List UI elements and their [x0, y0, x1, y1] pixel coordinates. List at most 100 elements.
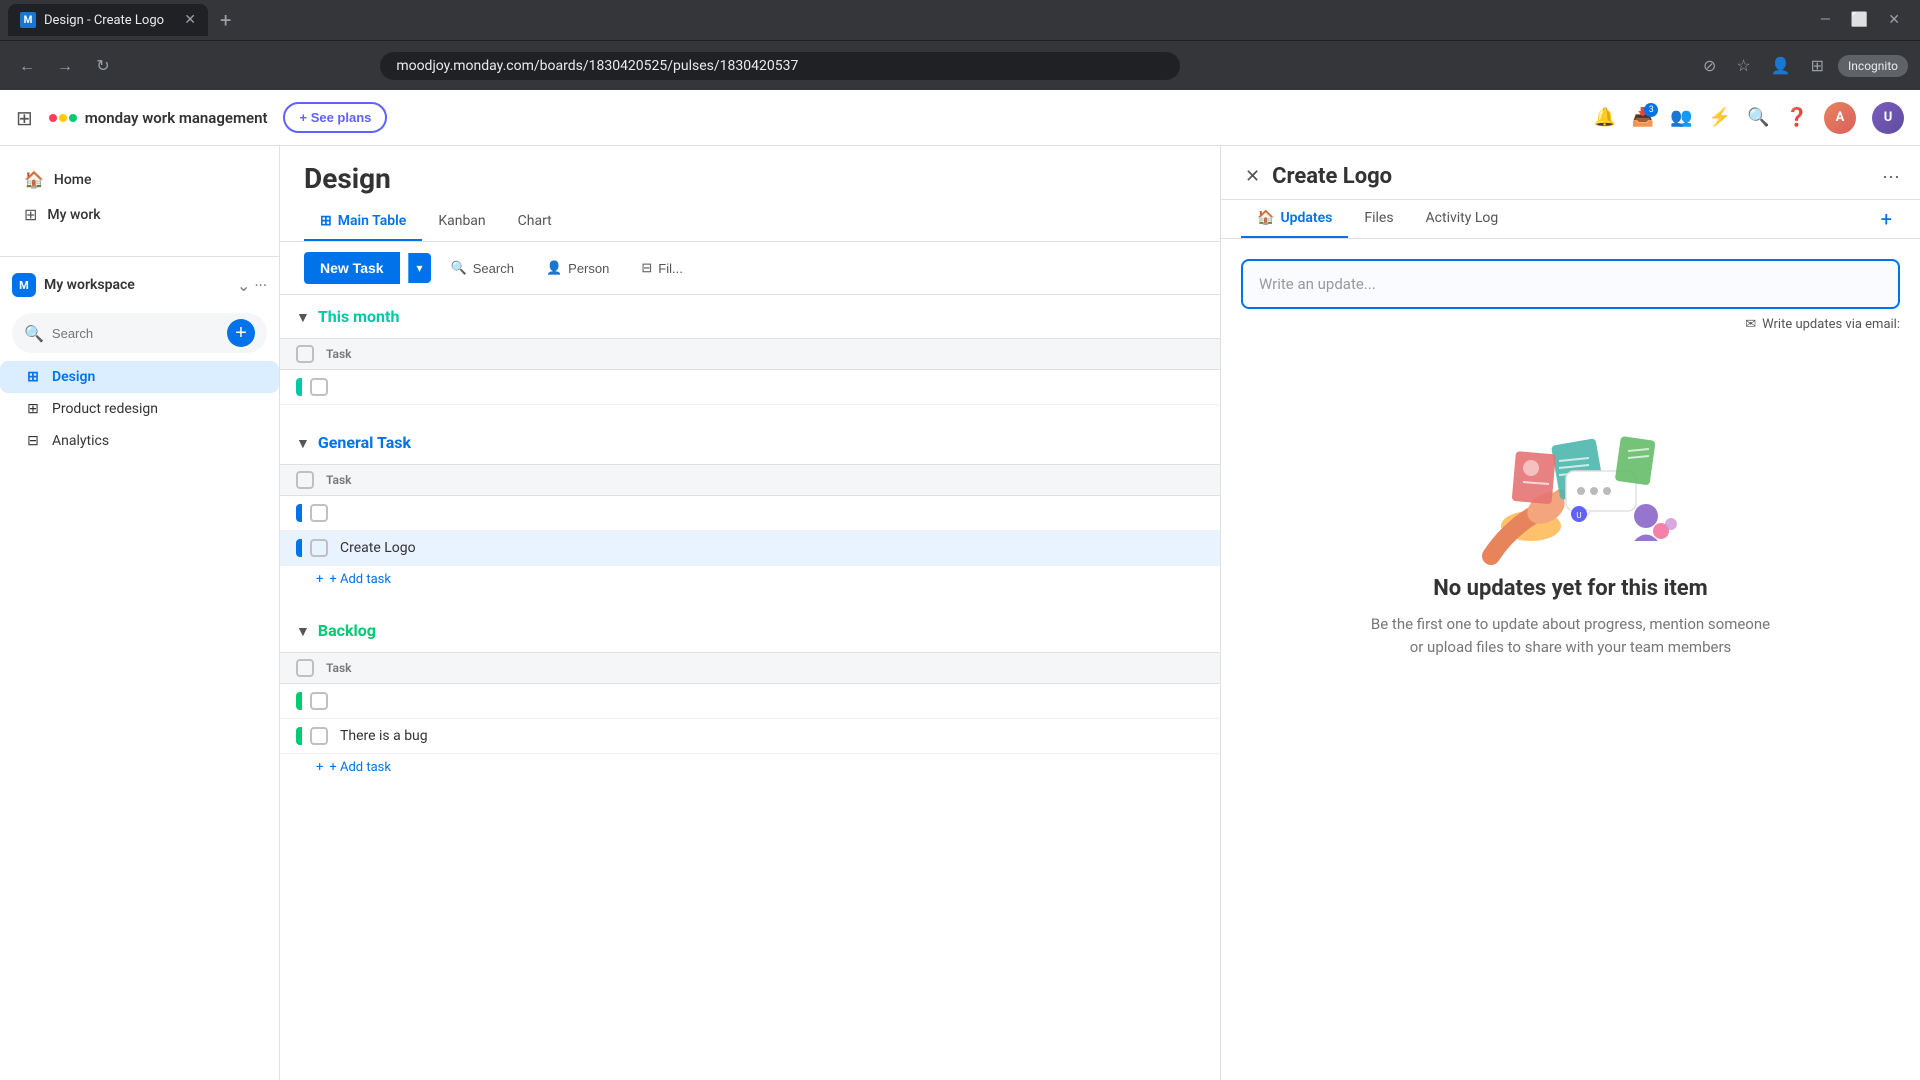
sidebar-board-product-redesign[interactable]: ⊞ Product redesign	[0, 393, 279, 425]
update-placeholder: Write an update...	[1259, 275, 1376, 293]
apps-grid-icon[interactable]: ⊞	[16, 106, 33, 130]
forward-button[interactable]: →	[50, 51, 80, 81]
main-table-icon: ⊞	[320, 213, 332, 229]
activity-log-tab-label: Activity Log	[1426, 210, 1499, 226]
workspace-controls: ⌄ ···	[237, 276, 267, 295]
row-color-bar-create-logo	[296, 539, 302, 557]
add-task-backlog-icon: +	[316, 760, 323, 775]
table-row-there-is-a-bug[interactable]: There is a bug	[280, 719, 1220, 754]
browser-tab[interactable]: M Design - Create Logo ✕	[8, 4, 208, 36]
board-icon-analytics: ⊟	[24, 432, 42, 450]
panel-tab-add-button[interactable]: +	[1873, 203, 1900, 235]
add-task-general-label: + Add task	[329, 572, 391, 587]
invite-button[interactable]: 👥	[1670, 107, 1692, 128]
row-checkbox-general-empty[interactable]	[310, 504, 328, 522]
refresh-button[interactable]: ↻	[88, 51, 118, 81]
search-icon: 🔍	[24, 324, 44, 343]
add-task-backlog[interactable]: + + Add task	[280, 754, 1220, 781]
updates-tab-label: Updates	[1280, 210, 1332, 226]
panel-close-button[interactable]: ✕	[1241, 162, 1264, 191]
email-update-link[interactable]: ✉ Write updates via email:	[1241, 317, 1900, 332]
table-header-this-month: Task	[280, 338, 1220, 370]
table-row-create-logo[interactable]: Create Logo	[280, 531, 1220, 566]
main-table-label: Main Table	[338, 213, 407, 229]
sidebar-item-home-label: Home	[54, 172, 92, 188]
sidebar-board-design[interactable]: ⊞ Design	[0, 361, 279, 393]
sidebar-item-my-work[interactable]: ⊞ My work	[12, 197, 267, 232]
tab-title: Design - Create Logo	[44, 13, 164, 28]
sidebar-board-analytics[interactable]: ⊟ Analytics	[0, 425, 279, 457]
add-task-general[interactable]: + + Add task	[280, 566, 1220, 593]
profile-icon[interactable]: 👤	[1765, 50, 1797, 81]
panel-header: ✕ Create Logo ···	[1221, 146, 1920, 200]
new-task-dropdown-button[interactable]: ▾	[408, 253, 431, 283]
no-updates-illustration: U	[1431, 396, 1711, 576]
extensions-icon[interactable]: ⊞	[1805, 50, 1830, 81]
integrations-button[interactable]: ⚡	[1709, 107, 1731, 128]
panel-tabs: 🏠 Updates Files Activity Log +	[1221, 200, 1920, 239]
see-plans-button[interactable]: + See plans	[283, 102, 387, 133]
avatar[interactable]: A	[1824, 102, 1856, 134]
sidebar: 🏠 Home ⊞ My work M My workspace ⌄ ··· 🔍 …	[0, 90, 280, 1080]
table-row-this-month-empty[interactable]	[280, 370, 1220, 405]
row-color-bar	[296, 378, 302, 396]
panel-content: Write an update... ✉ Write updates via e…	[1221, 239, 1920, 1080]
right-panel: ✕ Create Logo ··· 🏠 Updates Files Activi…	[1220, 90, 1920, 1080]
group-backlog-header: ▼ Backlog	[280, 609, 1220, 652]
tab-main-table[interactable]: ⊞ Main Table	[304, 203, 422, 241]
group-general-task-collapse[interactable]: ▼	[296, 435, 310, 451]
table-row-general-empty[interactable]	[280, 496, 1220, 531]
header-checkbox-general[interactable]	[296, 471, 314, 489]
panel-tab-activity-log[interactable]: Activity Log	[1410, 200, 1515, 238]
add-task-backlog-label: + Add task	[329, 760, 391, 775]
notifications-button[interactable]: 🔔	[1593, 107, 1615, 128]
minimize-button[interactable]: —	[1820, 12, 1831, 28]
tab-close-btn[interactable]: ✕	[184, 12, 196, 28]
group-backlog-collapse[interactable]: ▼	[296, 623, 310, 639]
search-button[interactable]: 🔍	[1747, 107, 1769, 128]
group-this-month-collapse[interactable]: ▼	[296, 309, 310, 325]
tab-chart[interactable]: Chart	[502, 203, 568, 241]
board-toolbar: New Task ▾ 🔍 Search 👤 Person ⊟ Fil...	[280, 242, 1220, 295]
row-checkbox-create-logo[interactable]	[310, 539, 328, 557]
workspace-chevron-icon[interactable]: ⌄	[237, 276, 250, 295]
help-button[interactable]: ❓	[1786, 107, 1808, 128]
main-content: Design ⊞ Main Table Kanban Chart New Tas…	[280, 90, 1220, 1080]
person-toolbar-button[interactable]: 👤 Person	[534, 254, 621, 282]
new-task-button[interactable]: New Task	[304, 252, 400, 284]
panel-tab-files[interactable]: Files	[1348, 200, 1409, 238]
row-checkbox[interactable]	[310, 378, 328, 396]
table-row-backlog-empty[interactable]	[280, 684, 1220, 719]
panel-more-button[interactable]: ···	[1882, 166, 1900, 187]
sidebar-item-home[interactable]: 🏠 Home	[12, 162, 267, 197]
browser-titlebar: M Design - Create Logo ✕ + — ⬜ ✕	[0, 0, 1920, 40]
header-checkbox[interactable]	[296, 345, 314, 363]
workspace-more-icon[interactable]: ···	[254, 276, 267, 295]
user-avatar[interactable]: U	[1872, 102, 1904, 134]
header-checkbox-backlog[interactable]	[296, 659, 314, 677]
address-bar[interactable]: moodjoy.monday.com/boards/1830420525/pul…	[380, 52, 1180, 80]
bookmark-icon[interactable]: ☆	[1730, 50, 1756, 81]
search-toolbar-button[interactable]: 🔍 Search	[439, 254, 526, 282]
row-color-bar-general	[296, 504, 302, 522]
row-checkbox-backlog-empty[interactable]	[310, 692, 328, 710]
back-button[interactable]: ←	[12, 51, 42, 81]
update-input-box[interactable]: Write an update...	[1241, 259, 1900, 309]
maximize-button[interactable]: ⬜	[1851, 12, 1868, 28]
close-button[interactable]: ✕	[1888, 12, 1900, 28]
workspace-header[interactable]: M My workspace ⌄ ···	[0, 265, 279, 305]
sidebar-search-box[interactable]: 🔍 +	[12, 313, 267, 353]
panel-tab-updates[interactable]: 🏠 Updates	[1241, 200, 1348, 238]
new-tab-button[interactable]: +	[212, 8, 239, 32]
sidebar-add-button[interactable]: +	[227, 319, 255, 347]
sidebar-search-input[interactable]	[52, 326, 219, 341]
inbox-button[interactable]: 📥 3	[1632, 107, 1654, 128]
panel-title: Create Logo	[1272, 164, 1874, 189]
row-checkbox-bug[interactable]	[310, 727, 328, 745]
filter-toolbar-button[interactable]: ⊟ Fil...	[629, 254, 694, 282]
tab-favicon: M	[20, 12, 36, 28]
group-backlog-title: Backlog	[318, 621, 376, 640]
task-name-bug: There is a bug	[340, 728, 1204, 744]
tab-kanban[interactable]: Kanban	[422, 203, 501, 241]
reader-mode-icon[interactable]: ⊘	[1697, 50, 1722, 81]
